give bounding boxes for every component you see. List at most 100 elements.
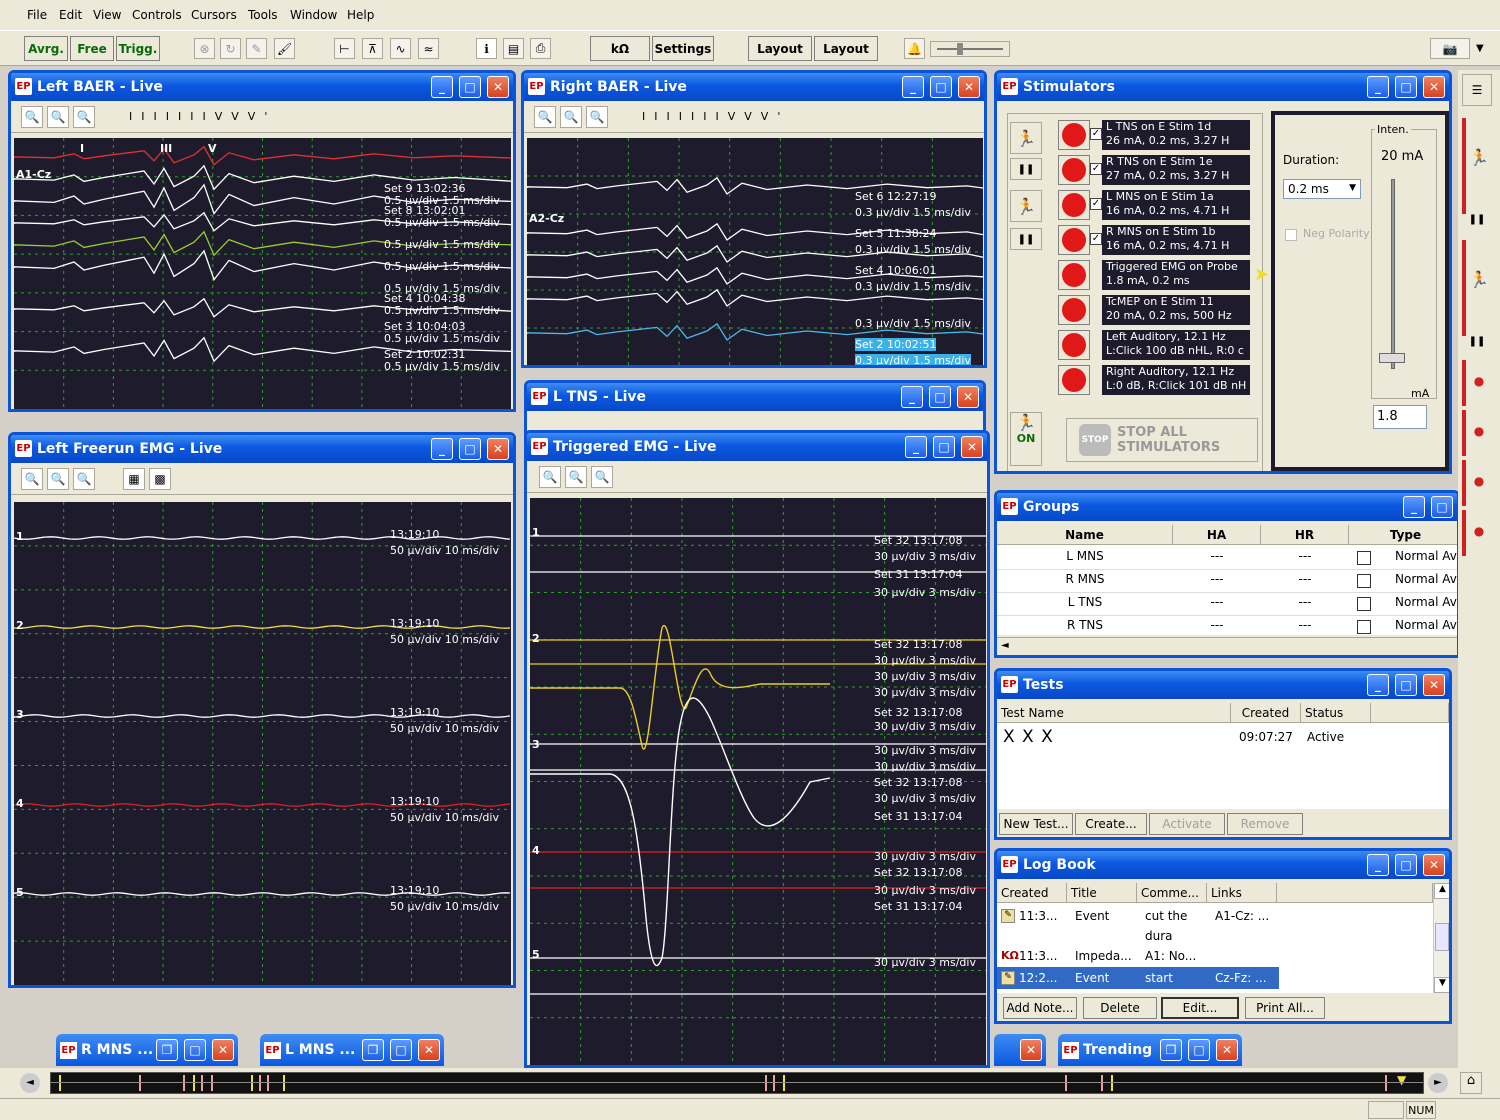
stop-icon[interactable]: ⊗ bbox=[194, 38, 215, 59]
volume-slider-thumb[interactable] bbox=[957, 43, 963, 55]
timeline-mark[interactable] bbox=[267, 1075, 269, 1091]
hidden-minimized[interactable]: ✕ bbox=[994, 1034, 1046, 1066]
peak-markers[interactable]: IIIIIIIVVV' bbox=[129, 110, 276, 123]
log-links-cell[interactable]: Cz-Fz: ... bbox=[1215, 971, 1267, 985]
close-button[interactable]: ✕ bbox=[1423, 76, 1445, 98]
minimize-button[interactable]: _ bbox=[902, 76, 924, 98]
group-checkbox[interactable] bbox=[1357, 597, 1371, 611]
stimulators-titlebar[interactable]: EP Stimulators _ □ ✕ bbox=[997, 73, 1449, 101]
close-button[interactable]: ✕ bbox=[1423, 674, 1445, 696]
logbook-titlebar[interactable]: EP Log Book _ □ ✕ bbox=[997, 851, 1449, 879]
timeline-forward-icon[interactable]: ► bbox=[1428, 1073, 1448, 1093]
cursor-icon[interactable]: ⊢ bbox=[334, 38, 355, 59]
timeline-mark[interactable] bbox=[193, 1075, 195, 1091]
wave-icon[interactable]: ∿ bbox=[390, 38, 411, 59]
close-button[interactable]: ✕ bbox=[1216, 1039, 1238, 1061]
stimulator-toggle-button[interactable] bbox=[1058, 330, 1090, 360]
volume-slider[interactable] bbox=[930, 41, 1010, 57]
stop-all-button[interactable]: STOP STOP ALL STIMULATORS bbox=[1066, 418, 1258, 462]
maximize-button[interactable]: □ bbox=[929, 386, 951, 408]
stimulator-toggle-button[interactable] bbox=[1058, 260, 1090, 290]
close-button[interactable]: ✕ bbox=[957, 386, 979, 408]
settings-button[interactable]: Settings bbox=[652, 36, 714, 61]
minimize-button[interactable]: _ bbox=[1367, 76, 1389, 98]
l-mns-minimized[interactable]: EP L MNS ... ❐ □ ✕ bbox=[260, 1034, 444, 1066]
home-icon[interactable]: ⌂ bbox=[1460, 1072, 1482, 1094]
menu-tools[interactable]: Tools bbox=[248, 8, 278, 22]
stimulator-row[interactable]: ✓ L MNS on E Stim 1a 16 mA, 0.2 ms, 4.71 H bbox=[1058, 188, 1270, 222]
maximize-button[interactable]: □ bbox=[1188, 1039, 1210, 1061]
groups-col-header[interactable]: Type bbox=[1349, 525, 1457, 545]
close-button[interactable]: ✕ bbox=[1423, 854, 1445, 876]
logbook-scrollbar[interactable]: ▲ ▼ bbox=[1433, 883, 1449, 993]
timeline-mark[interactable] bbox=[211, 1075, 213, 1091]
l-tns-titlebar[interactable]: EP L TNS - Live _ □ ✕ bbox=[527, 383, 983, 411]
menu-view[interactable]: View bbox=[93, 8, 121, 22]
close-button[interactable]: ✕ bbox=[961, 436, 983, 458]
marker-icon[interactable]: ✎ bbox=[246, 38, 267, 59]
stimulator-row[interactable]: ✓ R TNS on E Stim 1e 27 mA, 0.2 ms, 3.27 H bbox=[1058, 153, 1270, 187]
col-links[interactable]: Links bbox=[1207, 883, 1277, 903]
peak-markers[interactable]: IIIIIIIVVV' bbox=[642, 110, 789, 123]
close-button[interactable]: ✕ bbox=[418, 1039, 440, 1061]
right-baer-plot[interactable]: A2-Cz Set 6 12:27:19 0.3 µv/div 1.5 ms/div… bbox=[527, 138, 983, 365]
runner-icon[interactable]: 🏃 bbox=[1010, 190, 1042, 222]
brush-icon[interactable]: 🖌 bbox=[274, 38, 295, 59]
left-freerun-titlebar[interactable]: EP Left Freerun EMG - Live _ □ ✕ bbox=[11, 435, 513, 463]
edit-button[interactable]: Edit... bbox=[1161, 997, 1239, 1019]
timeline-mark[interactable] bbox=[773, 1075, 775, 1091]
scale-icon[interactable]: ⊼ bbox=[362, 38, 383, 59]
menu-edit[interactable]: Edit bbox=[59, 8, 82, 22]
maximize-button[interactable]: □ bbox=[459, 438, 481, 460]
intensity-slider-track[interactable] bbox=[1391, 179, 1395, 369]
triggered-emg-plot[interactable]: 1 2 3 4 5 Set 32 13:17:08 30 µv/div 3 ms/div Se… bbox=[530, 498, 986, 1065]
stimulator-toggle-button[interactable] bbox=[1058, 365, 1090, 395]
col-created[interactable]: Created bbox=[1231, 703, 1301, 723]
print-all-button[interactable]: Print All... bbox=[1245, 997, 1325, 1019]
scroll-up-icon[interactable]: ▲ bbox=[1434, 883, 1449, 899]
pause-icon[interactable]: ❚❚ bbox=[1462, 214, 1492, 234]
groups-col-header[interactable]: HR bbox=[1261, 525, 1349, 545]
timeline-mark[interactable] bbox=[251, 1075, 253, 1091]
add-note-button[interactable]: Add Note... bbox=[1003, 997, 1077, 1019]
close-button[interactable]: ✕ bbox=[1020, 1039, 1042, 1061]
pause-icon[interactable]: ❚❚ bbox=[1462, 336, 1492, 356]
zoom-icon[interactable]: 🔍 bbox=[47, 106, 69, 128]
stim-strip-5[interactable]: ● bbox=[1462, 460, 1492, 506]
zoom-in-icon[interactable]: 🔍 bbox=[73, 106, 95, 128]
avrg-button[interactable]: Avrg. bbox=[24, 36, 68, 61]
menu-help[interactable]: Help bbox=[347, 8, 374, 22]
timeline-mark[interactable] bbox=[183, 1075, 185, 1091]
printer-icon[interactable]: ⎙ bbox=[530, 38, 551, 59]
layout-save-button[interactable]: Layout bbox=[814, 36, 878, 61]
minimize-button[interactable]: _ bbox=[901, 386, 923, 408]
right-baer-titlebar[interactable]: EP Right BAER - Live _ □ ✕ bbox=[524, 73, 984, 101]
camera-icon[interactable]: 📷 bbox=[1430, 38, 1470, 59]
neg-polarity-checkbox[interactable] bbox=[1285, 229, 1297, 241]
left-freerun-plot[interactable]: 1 13:19:10 50 µv/div 10 ms/div 2 13:19:10 50 … bbox=[14, 502, 511, 985]
intensity-input[interactable]: 1.8 bbox=[1373, 405, 1427, 429]
menu-controls[interactable]: Controls bbox=[132, 8, 182, 22]
peak-mark-ii[interactable]: II bbox=[654, 110, 679, 123]
stim-strip-2[interactable]: 🏃 bbox=[1462, 240, 1492, 336]
stimulator-toggle-button[interactable] bbox=[1058, 155, 1090, 185]
on-toggle[interactable]: 🏃 ON bbox=[1010, 412, 1042, 466]
wave2-icon[interactable]: ≈ bbox=[418, 38, 439, 59]
zoom-out-icon[interactable]: 🔍 bbox=[21, 106, 43, 128]
maximize-button[interactable]: □ bbox=[1431, 496, 1453, 518]
runner-icon[interactable]: 🏃 bbox=[1010, 122, 1042, 154]
stimulator-toggle-button[interactable] bbox=[1058, 295, 1090, 325]
test-name-cell[interactable]: X X X bbox=[1003, 727, 1054, 747]
display-settings-icon[interactable]: ▩ bbox=[149, 468, 171, 490]
layout-load-button[interactable]: Layout bbox=[748, 36, 812, 61]
menu-file[interactable]: File bbox=[27, 8, 47, 22]
timeline-mark[interactable] bbox=[259, 1075, 261, 1091]
stimulator-row[interactable]: ✓ L TNS on E Stim 1d 26 mA, 0.2 ms, 3.27 H bbox=[1058, 118, 1270, 152]
group-checkbox[interactable] bbox=[1357, 551, 1371, 565]
pause-icon[interactable]: ❚❚ bbox=[1010, 158, 1042, 180]
trending-minimized[interactable]: EP Trending ❐ □ ✕ bbox=[1058, 1034, 1242, 1066]
left-baer-titlebar[interactable]: EP Left BAER - Live _ □ ✕ bbox=[11, 73, 513, 101]
triggered-emg-titlebar[interactable]: EP Triggered EMG - Live _ □ ✕ bbox=[527, 433, 987, 461]
maximize-button[interactable]: □ bbox=[930, 76, 952, 98]
restore-button[interactable]: ❐ bbox=[1160, 1039, 1182, 1061]
